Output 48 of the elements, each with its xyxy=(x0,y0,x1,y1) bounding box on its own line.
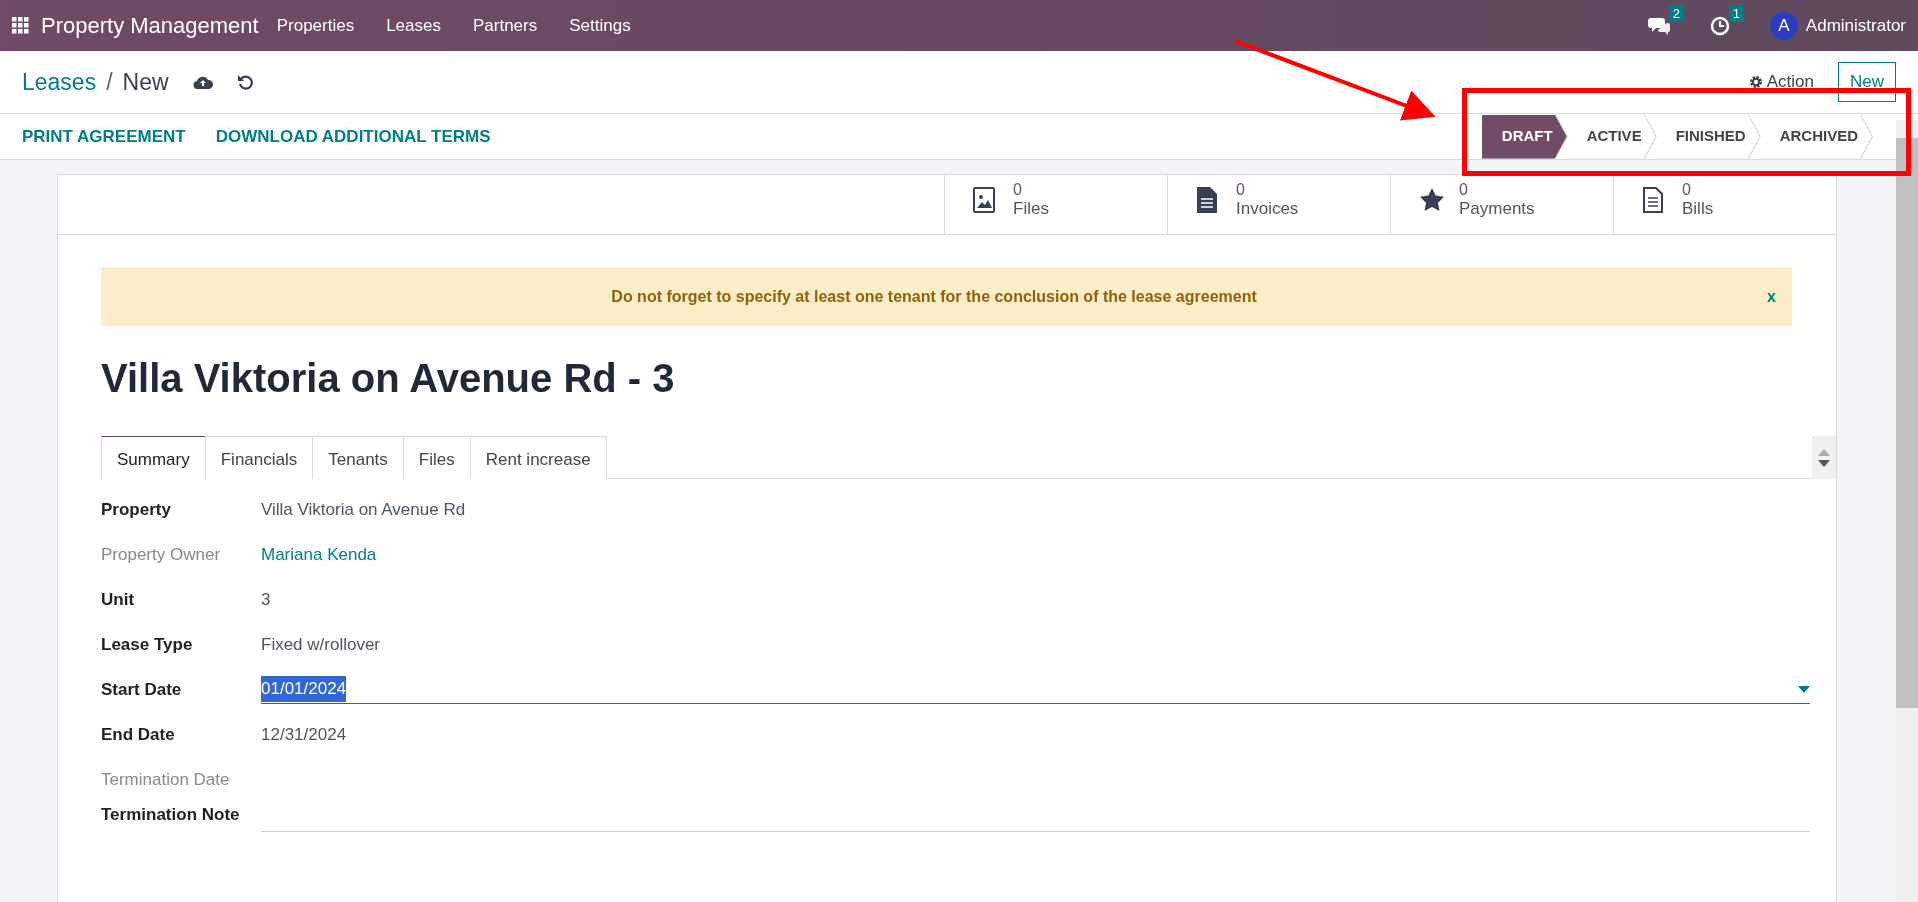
field-value: Fixed w/rollover xyxy=(261,633,381,656)
breadcrumb-current: New xyxy=(122,67,169,97)
field-label: Start Date xyxy=(101,678,183,701)
scrollbar[interactable] xyxy=(1896,120,1918,902)
field-label: Termination Date xyxy=(101,768,231,791)
action-menu-button[interactable]: Action xyxy=(1748,69,1814,95)
field-value: Villa Viktoria on Avenue Rd xyxy=(261,498,466,521)
header-action-button[interactable]: DOWNLOAD ADDITIONAL TERMS xyxy=(215,123,491,150)
field-label: Lease Type xyxy=(101,633,194,656)
gear-icon xyxy=(1748,75,1763,89)
star-icon xyxy=(1419,187,1445,213)
chat-icon[interactable] xyxy=(1647,16,1670,37)
activity-count: 1 xyxy=(1728,4,1744,22)
menu-link[interactable]: Partners xyxy=(473,12,538,39)
status-stage[interactable]: DRAFT xyxy=(1481,114,1567,159)
field-value: 12/31/2024 xyxy=(261,723,347,746)
field-link[interactable]: Mariana Kenda xyxy=(261,541,377,568)
menu-link[interactable]: Properties xyxy=(276,12,355,39)
field-label: Property Owner xyxy=(101,543,222,566)
record-title: Villa Viktoria on Avenue Rd - 3 xyxy=(101,355,676,402)
cloud-upload-icon[interactable] xyxy=(192,74,213,90)
apps-menu-icon[interactable] xyxy=(12,17,29,34)
tab[interactable]: Tenants xyxy=(312,436,404,479)
clock-icon[interactable] xyxy=(1709,16,1730,37)
tab[interactable]: Files xyxy=(402,436,471,479)
breadcrumb-link[interactable]: Leases xyxy=(22,64,97,100)
scroll-down-icon[interactable] xyxy=(1818,459,1830,467)
breadcrumb-separator: / xyxy=(106,67,113,97)
tab[interactable]: Rent increase xyxy=(469,436,607,479)
caret-icon xyxy=(1798,685,1810,693)
tab[interactable]: Financials xyxy=(204,436,314,479)
field-label: Termination Note xyxy=(101,804,241,826)
field-value: 3 xyxy=(261,588,271,611)
user-avatar[interactable]: A xyxy=(1769,11,1798,40)
close-button[interactable]: x xyxy=(1767,284,1776,309)
field-label: Property xyxy=(101,498,172,521)
header-action-button[interactable]: PRINT AGREEMENT xyxy=(22,123,186,150)
field-label: End Date xyxy=(101,723,176,746)
date-input-field[interactable]: 01/01/2024 xyxy=(261,675,1810,704)
user-name[interactable]: Administrator xyxy=(1805,12,1906,39)
menu-link[interactable]: Settings xyxy=(569,12,631,39)
tab[interactable]: Summary xyxy=(101,436,206,479)
menu-link[interactable]: Leases xyxy=(386,12,441,39)
message-count: 2 xyxy=(1668,4,1684,22)
undo-icon[interactable] xyxy=(236,74,253,90)
app-name: Property Management xyxy=(41,12,259,40)
field-label: Unit xyxy=(101,588,136,611)
alert-message: Do not forget to specify at least one tenant for the conclusion of the lease agreement xyxy=(610,286,1258,307)
